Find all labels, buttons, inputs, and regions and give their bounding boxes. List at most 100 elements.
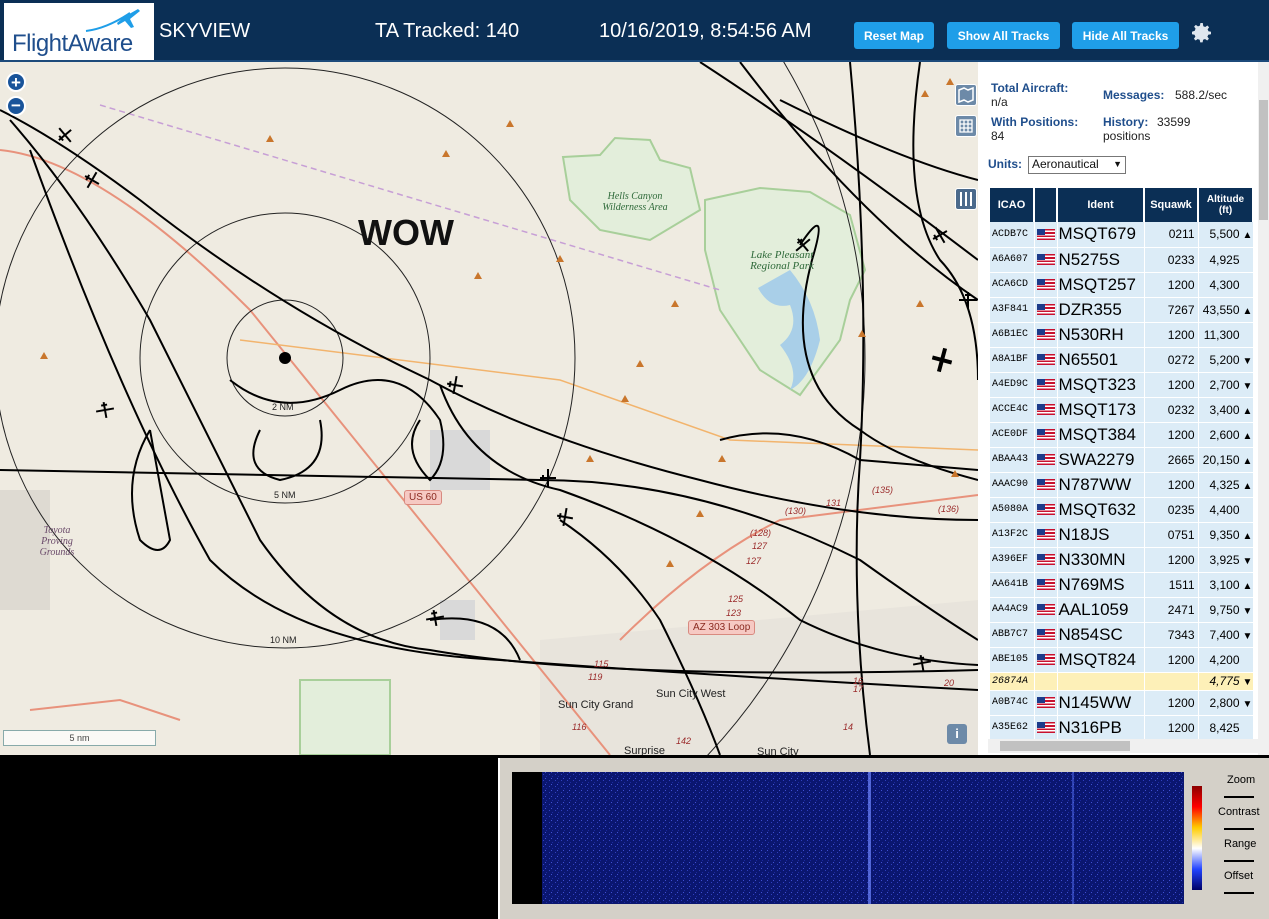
altitude-value: 43,550: [1202, 302, 1240, 317]
receiver-location: [279, 352, 291, 364]
table-row[interactable]: A4ED9C MSQT323 1200 2,700 ▼: [990, 372, 1254, 398]
zoom-slider[interactable]: [1224, 790, 1254, 798]
table-row[interactable]: ACCE4C MSQT173 0232 3,400 ▲: [990, 397, 1254, 423]
col-icao[interactable]: ICAO: [990, 188, 1035, 222]
altitude-cell: 4,400: [1198, 497, 1254, 523]
road-sw: [29, 698, 181, 721]
us-flag-icon: [1036, 528, 1055, 540]
sidebar-scroll-thumb[interactable]: [1259, 100, 1268, 220]
aircraft-table-body: ACDB7C MSQT679 0211 5,500 ▲ A6A607 N5275S 0233 4…: [990, 222, 1254, 741]
map-layer-icon[interactable]: [955, 84, 977, 106]
sun-city-grand-label: Sun City Grand: [558, 699, 634, 711]
road-number-label: 16: [853, 676, 864, 686]
zoom-in-button[interactable]: +: [6, 72, 26, 92]
icao-cell: ABAA43: [990, 447, 1035, 473]
ident-cell: N530RH: [1057, 322, 1145, 348]
road-number-label: 115: [594, 659, 609, 669]
table-row[interactable]: A6A607 N5275S 0233 4,925: [990, 247, 1254, 273]
icao-cell: AA4AC9: [990, 597, 1035, 623]
range-slider[interactable]: [1224, 854, 1254, 862]
bottom-left-panel: [0, 758, 498, 919]
altitude-cell: 2,600 ▲: [1198, 422, 1254, 448]
altitude-trend-icon: ▼: [1242, 605, 1253, 617]
us-flag-icon: [1036, 228, 1055, 240]
hide-all-tracks-button[interactable]: Hide All Tracks: [1072, 22, 1179, 49]
ident-cell: [1057, 672, 1145, 691]
altitude-value: 4,925: [1209, 252, 1240, 267]
zoom-out-button[interactable]: −: [6, 96, 26, 116]
ident-cell: MSQT384: [1057, 422, 1145, 448]
gear-icon[interactable]: [1190, 21, 1214, 45]
table-row[interactable]: 26874A 4,775 ▼: [990, 672, 1254, 691]
table-row[interactable]: ABAA43 SWA2279 2665 20,150 ▲: [990, 447, 1254, 473]
messages-value: 588.2/sec: [1175, 88, 1228, 102]
info-button[interactable]: i: [947, 724, 967, 744]
flag-cell: [1034, 447, 1058, 473]
toyota-label: Toyota Proving Grounds: [39, 525, 75, 558]
altitude-cell: 3,100 ▲: [1198, 572, 1254, 598]
map-canvas[interactable]: [0, 62, 978, 755]
altitude-value: 4,300: [1209, 277, 1240, 292]
squawk-cell: 1200: [1144, 647, 1199, 673]
map-scale-bar: 5 nm: [3, 730, 156, 746]
surprise-label: Surprise: [624, 745, 665, 755]
table-row[interactable]: A5080A MSQT632 0235 4,400: [990, 497, 1254, 523]
table-row[interactable]: A396EF N330MN 1200 3,925 ▼: [990, 547, 1254, 573]
table-horizontal-scroll-thumb[interactable]: [1000, 741, 1130, 751]
ident-cell: MSQT632: [1057, 497, 1145, 523]
table-row[interactable]: ACE0DF MSQT384 1200 2,600 ▲: [990, 422, 1254, 448]
table-row[interactable]: ACA6CD MSQT257 1200 4,300: [990, 272, 1254, 298]
table-row[interactable]: AA641B N769MS 1511 3,100 ▲: [990, 572, 1254, 598]
table-row[interactable]: A8A1BF N65501 0272 5,200 ▼: [990, 347, 1254, 373]
flightaware-logo[interactable]: FlightAware: [4, 3, 154, 60]
table-row[interactable]: ABE105 MSQT824 1200 4,200: [990, 647, 1254, 673]
columns-toggle-icon[interactable]: [955, 188, 977, 210]
col-ident[interactable]: Ident: [1057, 188, 1145, 222]
table-row[interactable]: ACDB7C MSQT679 0211 5,500 ▲: [990, 222, 1254, 248]
altitude-trend-icon: ▼: [1242, 380, 1253, 392]
table-row[interactable]: A3F841 DZR355 7267 43,550 ▲: [990, 297, 1254, 323]
units-select[interactable]: Aeronautical: [1028, 156, 1126, 174]
altitude-trend-icon: ▲: [1242, 480, 1253, 492]
altitude-cell: 11,300: [1198, 322, 1254, 348]
altitude-value: 3,400: [1209, 402, 1240, 417]
table-row[interactable]: A13F2C N18JS 0751 9,350 ▲: [990, 522, 1254, 548]
contrast-slider[interactable]: [1224, 822, 1254, 830]
us-flag-icon: [1036, 278, 1055, 290]
table-row[interactable]: A6B1EC N530RH 1200 11,300: [990, 322, 1254, 348]
grid-toggle-icon[interactable]: [955, 115, 977, 137]
range-label-10nm: 10 NM: [270, 635, 297, 645]
col-flag[interactable]: [1034, 188, 1058, 222]
offset-slider[interactable]: [1224, 886, 1254, 894]
icao-cell: ACDB7C: [990, 222, 1035, 248]
icao-cell: A35E62: [990, 715, 1035, 741]
road-number-label: 119: [588, 672, 603, 682]
with-positions-label: With Positions:: [991, 115, 1079, 129]
col-squawk[interactable]: Squawk: [1144, 188, 1199, 222]
col-altitude[interactable]: Altitude (ft): [1198, 188, 1254, 222]
ident-cell: MSQT323: [1057, 372, 1145, 398]
squawk-cell: 1200: [1144, 472, 1199, 498]
spectrum-waterfall[interactable]: [512, 772, 1184, 904]
table-row[interactable]: A0B74C N145WW 1200 2,800 ▼: [990, 690, 1254, 716]
logo-text: FlightAware: [12, 30, 133, 57]
messages-label: Messages:: [1103, 88, 1165, 102]
ident-cell: MSQT257: [1057, 272, 1145, 298]
table-row[interactable]: ABB7C7 N854SC 7343 7,400 ▼: [990, 622, 1254, 648]
flag-cell: [1034, 422, 1058, 448]
table-row[interactable]: A35E62 N316PB 1200 8,425: [990, 715, 1254, 741]
altitude-trend-icon: ▲: [1242, 405, 1253, 417]
history-value: 33599: [1157, 115, 1191, 129]
table-row[interactable]: AAAC90 N787WW 1200 4,325 ▲: [990, 472, 1254, 498]
us-flag-icon: [1036, 478, 1055, 490]
map-view[interactable]: + − WOW 2 NM 5 NM 10 NM Hells Canyon Wil…: [0, 62, 978, 755]
ident-cell: N65501: [1057, 347, 1145, 373]
show-all-tracks-button[interactable]: Show All Tracks: [947, 22, 1060, 49]
history-label: History:: [1103, 115, 1149, 129]
road-number-label: (128): [750, 528, 772, 538]
us-flag-icon: [1036, 721, 1055, 733]
range-control-label: Range: [1224, 838, 1257, 850]
reset-map-button[interactable]: Reset Map: [854, 22, 934, 49]
table-row[interactable]: AA4AC9 AAL1059 2471 9,750 ▼: [990, 597, 1254, 623]
total-aircraft-value: n/a: [991, 95, 1008, 109]
